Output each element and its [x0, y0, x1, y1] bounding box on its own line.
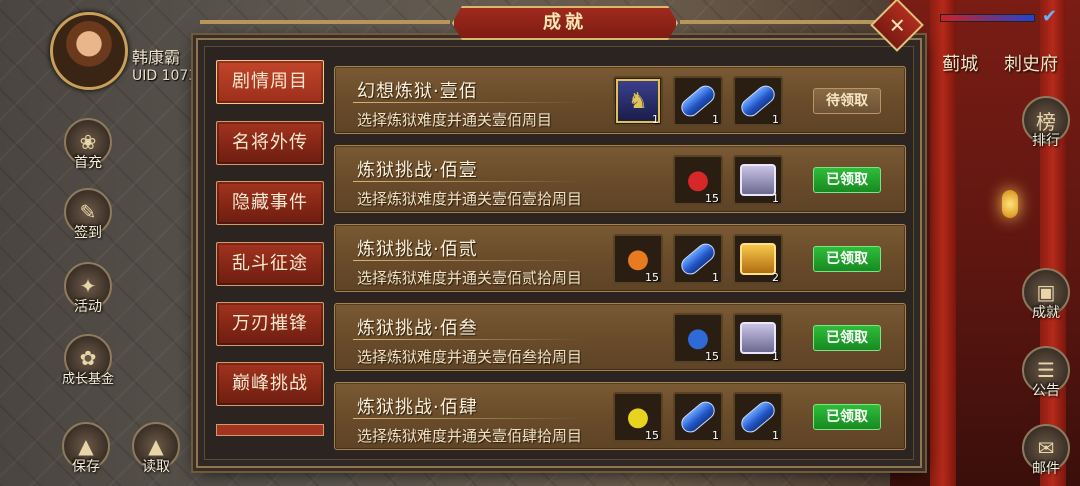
claimed-badge[interactable]: 已领取 — [813, 246, 881, 272]
tab-general-legends[interactable]: 名将外传 — [216, 121, 324, 165]
reward-count: 15 — [645, 429, 659, 442]
reward-slot[interactable]: ● 15 — [673, 313, 723, 363]
first-recharge-label: 首充 — [74, 155, 102, 171]
divider — [353, 181, 583, 182]
check-icon: ✔ — [1042, 6, 1058, 27]
notice-label: 公告 — [1032, 383, 1060, 399]
tab-melee-journey[interactable]: 乱斗征途 — [216, 242, 324, 286]
reward-count: 15 — [705, 350, 719, 363]
achievement-list[interactable]: 幻想炼狱·壹佰 选择炼狱难度并通关壹佰周目 ♞ 1 1 1 待领取 炼狱挑战·佰… — [334, 66, 906, 454]
yellow-fruit-icon: ● — [626, 402, 650, 432]
notice-button[interactable]: ☰ 公告 — [1016, 346, 1076, 406]
claimed-badge[interactable]: 已领取 — [813, 404, 881, 430]
activity-button[interactable]: ✦ 活动 — [58, 262, 118, 322]
reward-slot[interactable]: 1 — [673, 76, 723, 126]
reward-count: 1 — [772, 429, 779, 442]
achievement-desc: 选择炼狱难度并通关壹佰贰拾周目 — [357, 269, 583, 287]
achievement-title: 炼狱挑战·佰贰 — [357, 239, 478, 260]
reward-count: 1 — [712, 429, 719, 442]
gold-chest-icon — [740, 243, 776, 275]
reward-slot[interactable]: 2 — [733, 234, 783, 284]
divider — [353, 102, 583, 103]
city-tab-jicheng[interactable]: 蓟城 — [942, 54, 978, 75]
reward-count: 2 — [772, 271, 779, 284]
reward-count: 15 — [705, 192, 719, 205]
achievement-title: 炼狱挑战·佰壹 — [357, 160, 478, 181]
reward-count: 1 — [712, 271, 719, 284]
resource-bar — [940, 14, 1035, 22]
achievement-desc: 选择炼狱难度并通关壹佰周目 — [357, 111, 553, 129]
reward-count: 1 — [772, 113, 779, 126]
claimed-badge[interactable]: 已领取 — [813, 325, 881, 351]
save-label: 保存 — [72, 459, 100, 475]
orange-fruit-icon: ● — [626, 244, 650, 274]
ranking-button[interactable]: 榜 排行 — [1016, 96, 1076, 156]
silver-chest-icon — [740, 322, 776, 354]
player-name: 韩康霸 — [132, 48, 181, 67]
mail-label: 邮件 — [1032, 461, 1060, 477]
divider — [353, 339, 583, 340]
sign-in-button[interactable]: ✎ 签到 — [58, 188, 118, 248]
title-ornament — [200, 20, 450, 24]
mail-button[interactable]: ✉ 邮件 — [1016, 424, 1076, 484]
lantern-icon — [1002, 190, 1018, 218]
achievement-row: 炼狱挑战·佰贰 选择炼狱难度并通关壹佰贰拾周目 ● 15 1 2 已领取 — [334, 224, 906, 292]
tab-ten-thousand-blades[interactable]: 万刃摧锋 — [216, 302, 324, 346]
growth-fund-button[interactable]: ✿ 成长基金 — [58, 334, 118, 394]
claimed-badge[interactable]: 已领取 — [813, 167, 881, 193]
achievement-row: 炼狱挑战·佰叁 选择炼狱难度并通关壹佰叁拾周目 ● 15 1 已领取 — [334, 303, 906, 371]
reward-slot[interactable]: 1 — [733, 155, 783, 205]
tab-partial[interactable] — [216, 424, 324, 436]
reward-count: 15 — [645, 271, 659, 284]
title-ornament — [680, 20, 876, 24]
panel-title: 成就 — [452, 6, 678, 40]
avatar[interactable] — [50, 12, 128, 90]
achievement-desc: 选择炼狱难度并通关壹佰叁拾周目 — [357, 348, 583, 366]
achievement-title: 炼狱挑战·佰肆 — [357, 397, 478, 418]
ranking-label: 排行 — [1032, 133, 1060, 149]
reward-slot[interactable]: 1 — [733, 392, 783, 442]
tab-peak-challenge[interactable]: 巅峰挑战 — [216, 362, 324, 406]
reward-slot[interactable]: 1 — [733, 76, 783, 126]
reward-slot[interactable]: ● 15 — [613, 392, 663, 442]
reward-count: 1 — [712, 113, 719, 126]
achievement-title: 幻想炼狱·壹佰 — [357, 81, 478, 102]
achievement-desc: 选择炼狱难度并通关壹佰肆拾周目 — [357, 427, 583, 445]
achievement-label: 成就 — [1032, 305, 1060, 321]
reward-slot[interactable]: ● 15 — [613, 234, 663, 284]
city-tab-cishifu[interactable]: 刺史府 — [1004, 54, 1058, 75]
reward-slot[interactable]: 1 — [733, 313, 783, 363]
tab-story-cycle[interactable]: 剧情周目 — [216, 60, 324, 104]
tab-hidden-events[interactable]: 隐藏事件 — [216, 181, 324, 225]
reward-count: 1 — [772, 350, 779, 363]
reward-count: 1 — [652, 113, 659, 126]
achievement-desc: 选择炼狱难度并通关壹佰壹拾周目 — [357, 190, 583, 208]
reward-slot[interactable]: 1 — [673, 392, 723, 442]
sign-in-label: 签到 — [74, 225, 102, 241]
divider — [353, 418, 583, 419]
claim-button[interactable]: 待领取 — [813, 88, 881, 114]
reward-count: 1 — [772, 192, 779, 205]
save-button[interactable]: ▲ 保存 — [56, 422, 116, 482]
close-icon: ✕ — [888, 12, 906, 37]
achievement-button[interactable]: ▣ 成就 — [1016, 268, 1076, 328]
achievement-row: 幻想炼狱·壹佰 选择炼狱难度并通关壹佰周目 ♞ 1 1 1 待领取 — [334, 66, 906, 134]
load-button[interactable]: ▲ 读取 — [126, 422, 186, 482]
achievement-row: 炼狱挑战·佰肆 选择炼狱难度并通关壹佰肆拾周目 ● 15 1 1 已领取 — [334, 382, 906, 450]
reward-slot[interactable]: ♞ 1 — [613, 76, 663, 126]
growth-fund-label: 成长基金 — [61, 372, 114, 387]
silver-chest-icon — [740, 164, 776, 196]
achievement-title: 炼狱挑战·佰叁 — [357, 318, 478, 339]
red-fruit-icon: ● — [686, 165, 710, 195]
city-tabs: 蓟城 刺史府 — [922, 50, 1058, 76]
reward-slot[interactable]: 1 — [673, 234, 723, 284]
activity-label: 活动 — [74, 299, 102, 315]
achievement-row: 炼狱挑战·佰壹 选择炼狱难度并通关壹佰壹拾周目 ● 15 1 已领取 — [334, 145, 906, 213]
first-recharge-button[interactable]: ❀ 首充 — [58, 118, 118, 178]
divider — [353, 260, 583, 261]
blue-fruit-icon: ● — [686, 323, 710, 353]
player-info[interactable]: 韩康霸 UID 1073 — [46, 10, 216, 100]
load-label: 读取 — [142, 459, 170, 475]
reward-slot[interactable]: ● 15 — [673, 155, 723, 205]
